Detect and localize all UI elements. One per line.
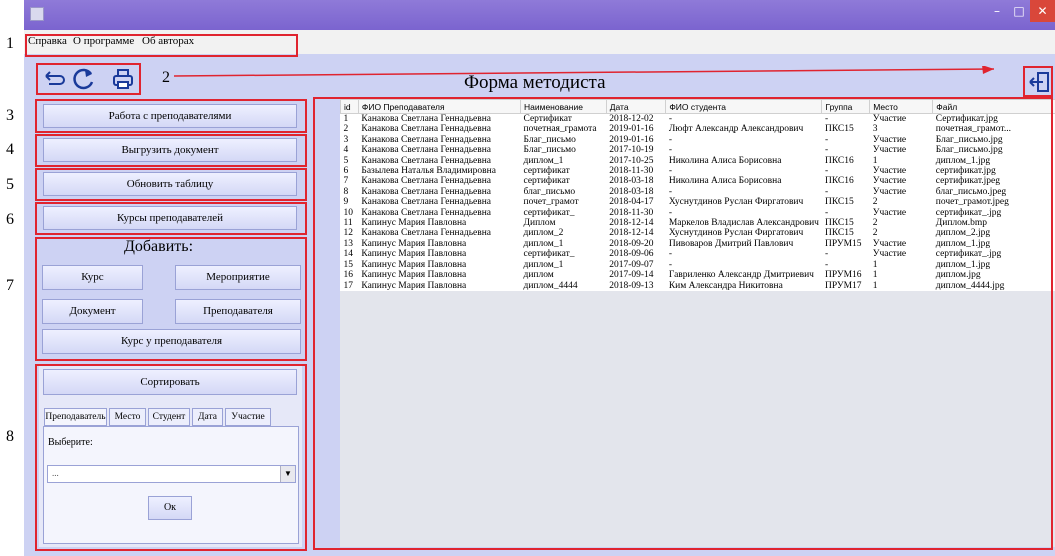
marker-2: 2 [162, 69, 170, 86]
annotation-box-exit [1023, 66, 1053, 97]
annotation-box-8 [35, 364, 307, 551]
minimize-button[interactable]: – [986, 0, 1008, 22]
marker-3: 3 [6, 107, 14, 124]
form-title: Форма методиста [464, 72, 606, 93]
marker-6: 6 [6, 211, 14, 228]
annotation-box-4 [35, 134, 307, 167]
maximize-button[interactable]: □ [1008, 0, 1030, 22]
title-bar: – □ ✕ [24, 0, 1055, 30]
annotation-box-table [313, 97, 1053, 550]
annotation-box-7 [35, 237, 307, 361]
marker-5: 5 [6, 176, 14, 193]
annotation-box-5 [35, 168, 307, 201]
close-button[interactable]: ✕ [1030, 0, 1055, 22]
annotation-box-6 [35, 202, 307, 235]
marker-4: 4 [6, 141, 14, 158]
marker-1: 1 [6, 35, 14, 52]
app-icon [30, 7, 44, 21]
annotation-box-2 [36, 63, 141, 95]
annotation-box-3 [35, 99, 307, 133]
marker-7: 7 [6, 277, 14, 294]
annotation-box-1 [25, 34, 298, 57]
marker-8: 8 [6, 428, 14, 445]
